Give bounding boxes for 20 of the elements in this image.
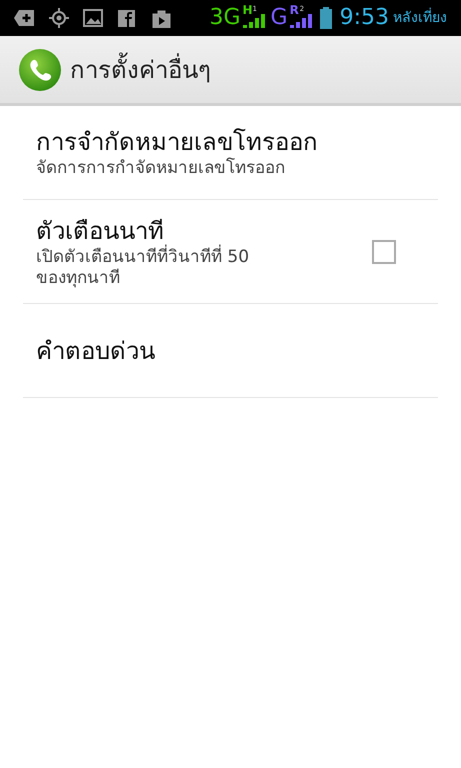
network-type-label: H <box>242 4 253 16</box>
network-label: G <box>270 7 288 29</box>
play-store-icon <box>152 8 171 28</box>
clock: 9:53 <box>340 7 389 29</box>
checkbox[interactable] <box>372 240 396 264</box>
image-icon <box>83 9 103 27</box>
screen-title: การตั้งค่าอื่นๆ <box>70 52 211 88</box>
facebook-icon <box>118 10 135 26</box>
setting-summary: จัดการการกำจัดหมายเลขโทรออก <box>36 158 286 179</box>
location-icon <box>49 8 69 28</box>
setting-summary: เปิดตัวเตือนนาทีที่วินาทีที่ 50 ของทุกนาที <box>36 246 250 288</box>
network-type-label: R <box>290 4 299 16</box>
add-notification-icon <box>14 8 36 28</box>
network-label: 3G <box>209 7 241 29</box>
battery-icon <box>320 7 332 29</box>
signal-icon <box>290 14 312 28</box>
setting-title[interactable]: คำตอบด่วน <box>36 334 398 366</box>
phone-app-icon[interactable] <box>18 48 62 92</box>
setting-title[interactable]: การจำกัดหมายเลขโทรออก <box>36 126 398 158</box>
signal-icon <box>242 14 265 28</box>
